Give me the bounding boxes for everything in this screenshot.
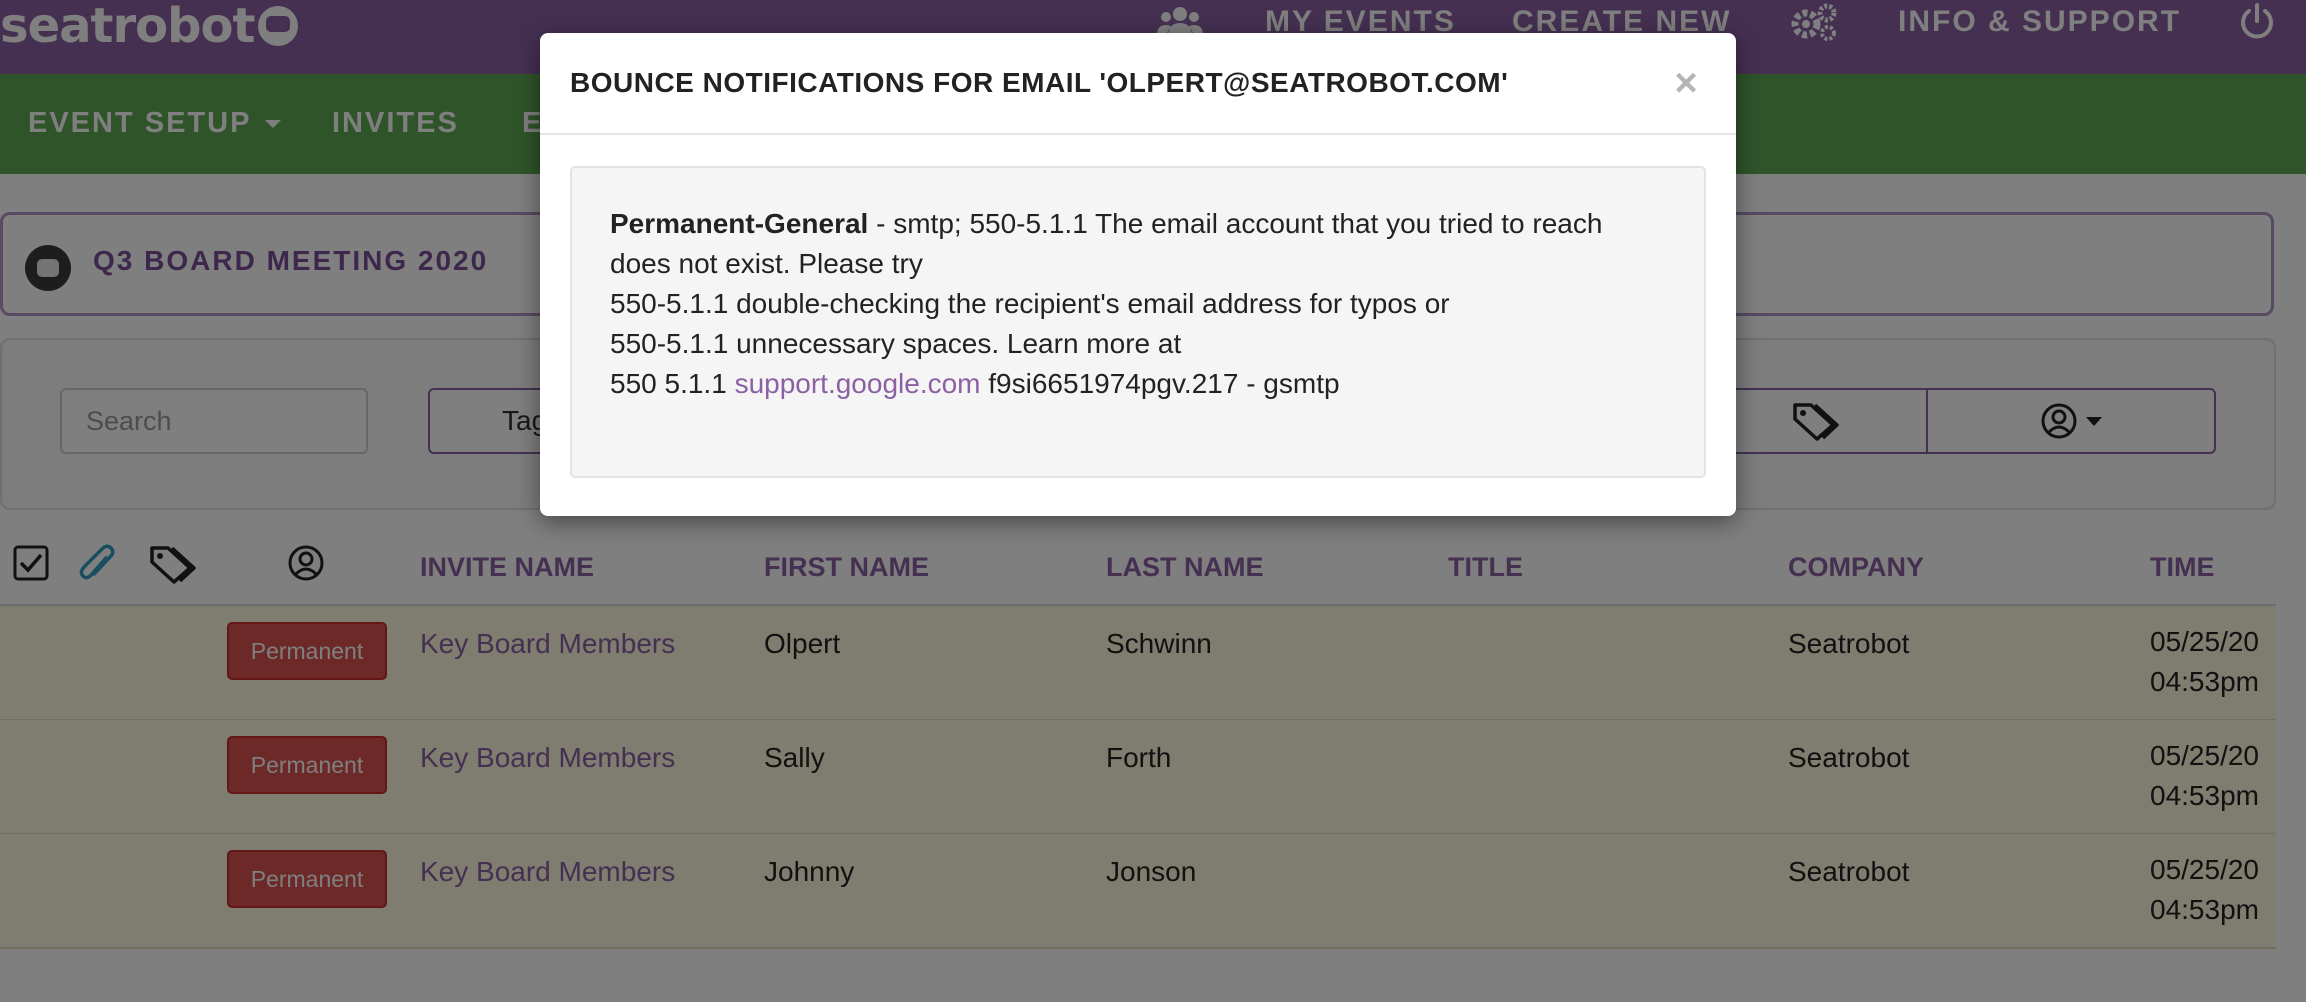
bounce-notifications-modal: BOUNCE NOTIFICATIONS FOR EMAIL 'OLPERT@S… <box>540 33 1736 516</box>
bounce-line-1: Permanent-General - smtp; 550-5.1.1 The … <box>610 204 1666 244</box>
bounce-line-3: 550-5.1.1 double-checking the recipient'… <box>610 288 1450 319</box>
bounce-line-5-suffix: f9si6651974pgv.217 - gsmtp <box>980 368 1340 399</box>
bounce-line-2: does not exist. Please try <box>610 248 923 279</box>
bounce-line-5: 550 5.1.1 support.google.com f9si6651974… <box>610 364 1666 404</box>
bounce-line-4: 550-5.1.1 unnecessary spaces. Learn more… <box>610 328 1182 359</box>
modal-title: BOUNCE NOTIFICATIONS FOR EMAIL 'OLPERT@S… <box>570 67 1509 98</box>
close-icon[interactable]: × <box>1666 63 1706 103</box>
bounce-type: Permanent-General <box>610 208 869 239</box>
bounce-message-box: Permanent-General - smtp; 550-5.1.1 The … <box>570 166 1706 478</box>
support-link[interactable]: support.google.com <box>735 368 981 399</box>
bounce-line-1-text: - smtp; 550-5.1.1 The email account that… <box>868 208 1603 239</box>
bounce-line-5-prefix: 550 5.1.1 <box>610 368 735 399</box>
modal-divider <box>540 133 1736 135</box>
